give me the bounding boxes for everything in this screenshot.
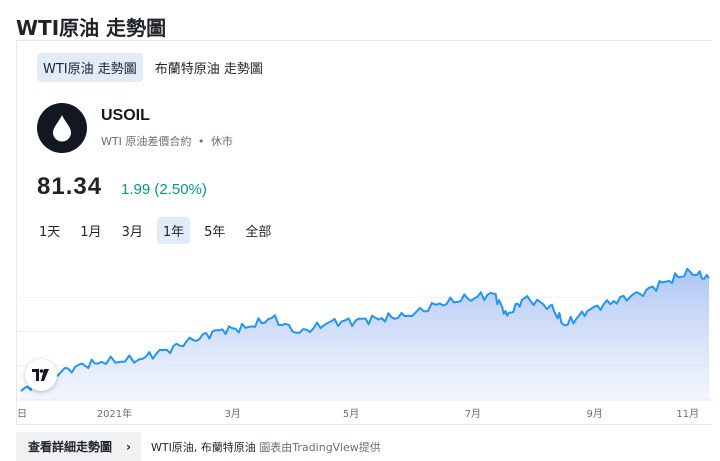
instrument-symbol[interactable]: USOIL <box>101 107 150 125</box>
range-5y[interactable]: 5年 <box>198 217 231 244</box>
credit-links[interactable]: WTI原油, 布蘭特原油 <box>151 441 256 454</box>
range-1y[interactable]: 1年 <box>156 217 191 244</box>
tab-brent[interactable]: 布蘭特原油 走勢圖 <box>149 53 269 82</box>
x-axis-ticks: 日 2021年 3月 5月 7月 9月 11月 <box>17 407 699 420</box>
instrument-subtitle: WTI 原油差價合約 • 休市 <box>101 133 233 149</box>
range-3m[interactable]: 3月 <box>116 217 149 244</box>
market-status: 休市 <box>210 135 233 148</box>
x-tick-label: 7月 <box>465 408 481 420</box>
x-tick-label: 9月 <box>586 408 602 420</box>
oil-drop-icon <box>37 103 87 153</box>
range-1d[interactable]: 1天 <box>33 217 66 244</box>
range-selector: 1天 1月 3月 1年 5年 全部 <box>33 217 277 244</box>
view-detailed-chart-button[interactable]: 查看詳細走勢圖 › <box>16 432 141 461</box>
price-change: 1.99 (2.50%) <box>121 181 207 198</box>
last-price: 81.34 <box>37 173 103 200</box>
tab-wti[interactable]: WTI原油 走勢圖 <box>37 53 143 82</box>
chevron-right-icon: › <box>126 439 131 454</box>
separator-dot: • <box>197 135 205 148</box>
x-tick-label: 5月 <box>343 408 359 420</box>
range-all[interactable]: 全部 <box>239 217 277 244</box>
chart-tabs: WTI原油 走勢圖 布蘭特原油 走勢圖 <box>37 53 269 82</box>
chart-widget: WTI原油 走勢圖 布蘭特原油 走勢圖 USOIL WTI 原油差價合約 • 休… <box>16 40 713 426</box>
x-tick-label: 3月 <box>225 408 241 420</box>
instrument-description: WTI 原油差價合約 <box>101 135 192 148</box>
x-tick-label: 11月 <box>676 408 699 420</box>
page-title: WTI原油 走勢圖 <box>16 16 167 40</box>
x-tick-label: 2021年 <box>97 407 132 420</box>
x-tick-label: 日 <box>17 409 27 420</box>
view-detailed-chart-label: 查看詳細走勢圖 <box>28 440 113 454</box>
page: WTI原油 走勢圖 WTI原油 走勢圖 布蘭特原油 走勢圖 USOIL WTI … <box>0 0 720 461</box>
footer: 查看詳細走勢圖 › WTI原油, 布蘭特原油 圖表由TradingView提供 <box>16 432 381 461</box>
credit-text: WTI原油, 布蘭特原油 圖表由TradingView提供 <box>151 439 381 455</box>
price-chart[interactable]: 日 2021年 3月 5月 7月 9月 11月 <box>17 251 713 426</box>
credit-provider[interactable]: 圖表由TradingView提供 <box>259 441 380 454</box>
tradingview-logo-icon[interactable] <box>25 359 57 391</box>
range-1m[interactable]: 1月 <box>74 217 107 244</box>
chart-area-fill <box>21 268 709 400</box>
